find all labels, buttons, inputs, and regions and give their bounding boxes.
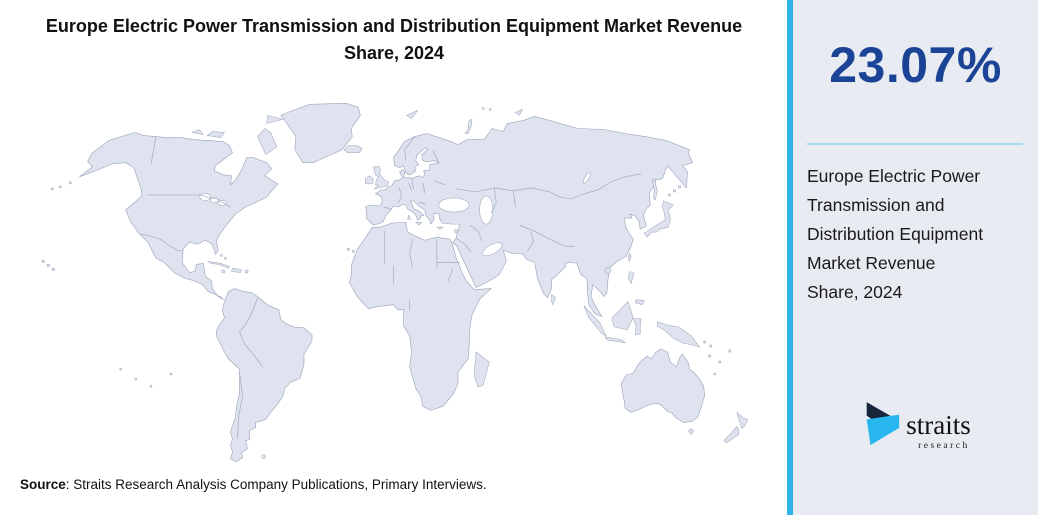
source-label: Source <box>20 477 66 492</box>
southeast-asia-islands <box>551 294 713 348</box>
world-map <box>10 95 760 465</box>
stat-description-line: Distribution Equipment <box>807 224 984 244</box>
straits-logo-icon <box>866 402 900 446</box>
stat-description-line: Share, 2024 <box>807 282 903 302</box>
stat-value: 23.07% <box>829 37 1002 93</box>
stat-divider-line <box>807 143 1023 145</box>
north-america <box>41 103 361 300</box>
stat-panel: 23.07% Europe Electric Power Transmissio… <box>793 0 1038 515</box>
infographic: Europe Electric Power Transmission and D… <box>0 0 1038 515</box>
caribbean <box>207 254 249 274</box>
stat-description-line: Transmission and <box>807 195 945 215</box>
stat-description-line: Europe Electric Power <box>807 166 981 186</box>
page-title: Europe Electric Power Transmission and D… <box>0 13 788 67</box>
map-panel: Europe Electric Power Transmission and D… <box>0 0 787 515</box>
logo-text: straits research <box>906 399 971 452</box>
source-note: Source: Straits Research Analysis Compan… <box>20 477 487 492</box>
world-map-svg <box>41 103 749 463</box>
source-text: : Straits Research Analysis Company Publ… <box>65 477 487 492</box>
logo-tagline: research <box>918 441 970 451</box>
stat-description: Europe Electric Power Transmission and D… <box>807 162 1029 307</box>
south-america <box>216 288 313 463</box>
stat-description-line: Market Revenue <box>807 253 936 273</box>
logo-wordmark: straits <box>906 410 971 440</box>
title-line-2: Share, 2024 <box>343 43 445 63</box>
british-isles <box>343 145 389 190</box>
straits-research-logo: straits research <box>793 399 1038 455</box>
title-line-1: Europe Electric Power Transmission and D… <box>45 16 743 36</box>
